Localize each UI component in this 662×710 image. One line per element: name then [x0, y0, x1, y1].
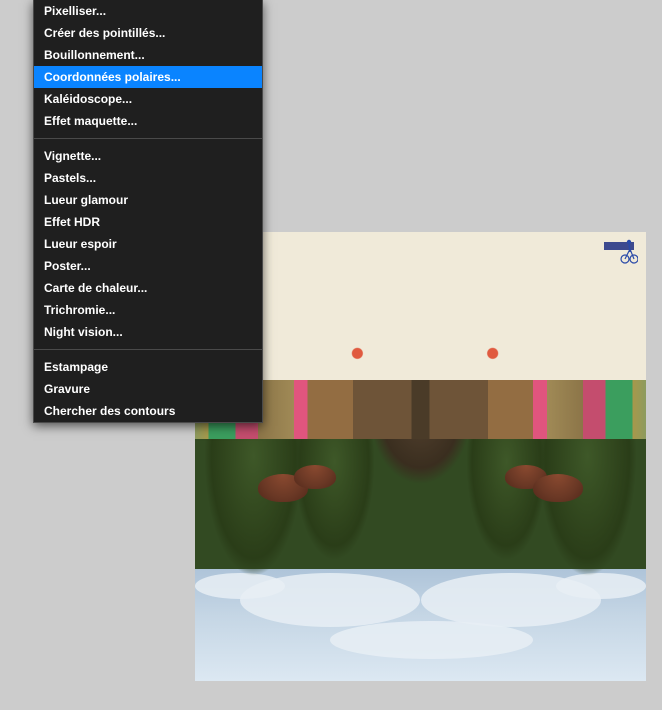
menu-item-vignette[interactable]: Vignette...: [34, 145, 262, 167]
menu-item-heat-map[interactable]: Carte de chaleur...: [34, 277, 262, 299]
menu-item-glamour-glow[interactable]: Lueur glamour: [34, 189, 262, 211]
menu-item-pastels[interactable]: Pastels...: [34, 167, 262, 189]
menu-item-trichrome[interactable]: Trichromie...: [34, 299, 262, 321]
menu-item-hope-glow[interactable]: Lueur espoir: [34, 233, 262, 255]
menu-item-bump[interactable]: Bouillonnement...: [34, 44, 262, 66]
effects-context-menu: Pixelliser... Créer des pointillés... Bo…: [33, 0, 263, 423]
menu-item-pixellate[interactable]: Pixelliser...: [34, 0, 262, 22]
menu-separator: [34, 349, 262, 350]
menu-item-polar-coordinates[interactable]: Coordonnées polaires...: [34, 66, 262, 88]
menu-item-emboss[interactable]: Estampage: [34, 356, 262, 378]
image-umbrella: [533, 474, 583, 502]
menu-item-tilt-shift[interactable]: Effet maquette...: [34, 110, 262, 132]
menu-separator: [34, 138, 262, 139]
menu-item-engrave[interactable]: Gravure: [34, 378, 262, 400]
menu-item-kaleidoscope[interactable]: Kaléidoscope...: [34, 88, 262, 110]
menu-item-night-vision[interactable]: Night vision...: [34, 321, 262, 343]
menu-item-pointillize[interactable]: Créer des pointillés...: [34, 22, 262, 44]
cyclist-icon: [620, 236, 638, 264]
menu-item-find-edges[interactable]: Chercher des contours: [34, 400, 262, 422]
menu-item-hdr[interactable]: Effet HDR: [34, 211, 262, 233]
menu-item-poster[interactable]: Poster...: [34, 255, 262, 277]
image-umbrella: [294, 465, 336, 489]
